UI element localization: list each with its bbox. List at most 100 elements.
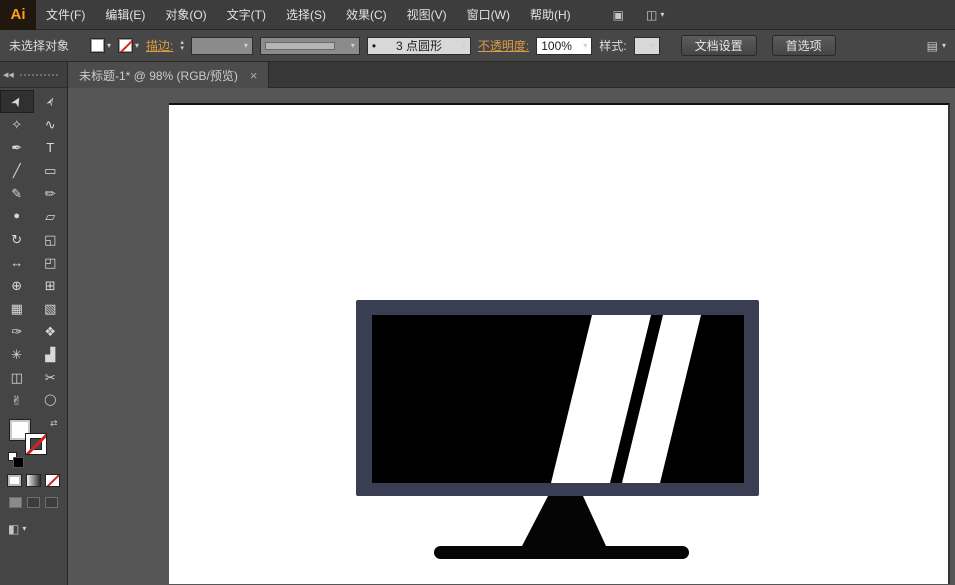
shape-builder-tool[interactable]: ⊕ [0,274,34,297]
pasteboard[interactable] [68,88,955,585]
preferences-button[interactable]: 首选项 [772,35,836,56]
pencil-tool[interactable]: ✏ [34,182,68,205]
document-tab[interactable]: 未标题-1* @ 98% (RGB/预览) × [68,62,269,88]
menu-help[interactable]: 帮助(H) [520,0,581,30]
width-tool[interactable]: ↔ [0,251,34,274]
close-tab-icon[interactable]: × [250,68,258,83]
hand-tool-icon: ✌ [11,394,22,407]
stroke-swatch[interactable] [25,433,47,455]
monitor-stand[interactable] [522,496,606,546]
chevron-down-icon: ▾ [22,525,26,533]
app-logo[interactable]: Ai [0,0,36,30]
gradient-button[interactable] [26,474,41,487]
chevron-down-icon: ▾ [462,42,466,50]
artboard-tool-icon: ◫ [11,371,23,384]
symbol-sprayer-tool[interactable]: ✳ [0,343,34,366]
collapse-panel-icon[interactable]: ◀◀ [3,71,14,79]
monitor-base[interactable] [434,546,689,559]
width-profile-dropdown[interactable]: ▾ [260,37,360,55]
scale-tool[interactable]: ◱ [34,228,68,251]
type-tool[interactable]: T [34,136,68,159]
chevron-down-icon[interactable]: ▾ [942,42,946,50]
chevron-down-icon: ▾ [135,42,139,50]
opacity-dropdown[interactable]: 100% ▾ [536,37,592,55]
menu-window[interactable]: 窗口(W) [457,0,520,30]
style-label: 样式: [599,37,626,54]
lasso-tool[interactable]: ∿ [34,113,68,136]
slice-tool[interactable]: ✂ [34,366,68,389]
artboard[interactable] [169,103,950,584]
swap-fill-stroke-icon[interactable]: ⇄ [50,418,58,429]
stroke-color-dropdown[interactable]: ▾ [118,38,139,53]
perspective-grid-tool-icon: ⊞ [45,279,56,292]
rectangle-tool-icon: ▭ [44,164,56,177]
selection-tool-icon: ➤ [8,94,25,110]
shape-builder-tool-icon: ⊕ [11,279,22,292]
document-tabbar: 未标题-1* @ 98% (RGB/预览) × [68,62,955,88]
bridge-icon[interactable]: ▣ [613,8,624,22]
menu-effect[interactable]: 效果(C) [336,0,397,30]
stroke-weight-stepper[interactable]: ▴ ▾ [180,40,184,52]
width-tool-icon: ↔ [10,256,23,269]
gradient-tool[interactable]: ▧ [34,297,68,320]
chevron-down-icon: ▾ [651,42,655,50]
direct-selection-tool[interactable]: ➣ [34,90,68,113]
slice-tool-icon: ✂ [45,371,56,384]
lasso-tool-icon: ∿ [45,118,56,131]
brush-definition-value: 3 点圆形 [396,37,442,54]
magic-wand-tool-icon: ✧ [11,118,22,131]
style-dropdown[interactable]: ▾ [634,37,660,55]
line-segment-tool[interactable]: ╱ [0,159,34,182]
draw-inside-button[interactable] [45,497,58,508]
tools-panel: ➤ ➣ ✧ ∿ ✒ T ╱ ▭ ✎ ✏ ● ▱ ↻ ◱ ↔ ◰ ⊕ ⊞ ▦ ▧ … [0,88,67,412]
mesh-tool[interactable]: ▦ [0,297,34,320]
selection-tool[interactable]: ➤ [0,90,34,113]
brush-definition-dropdown[interactable]: • 3 点圆形 ▾ [367,37,471,55]
pen-tool[interactable]: ✒ [0,136,34,159]
menu-file[interactable]: 文件(F) [36,0,95,30]
menu-select[interactable]: 选择(S) [276,0,336,30]
screen-mode-icon[interactable]: ◧ [8,522,19,536]
menu-object[interactable]: 对象(O) [155,0,216,30]
menu-view[interactable]: 视图(V) [397,0,457,30]
eyedropper-tool[interactable]: ✑ [0,320,34,343]
color-button[interactable] [7,474,22,487]
fill-color-dropdown[interactable]: ▾ [90,38,111,53]
line-segment-tool-icon: ╱ [13,164,21,177]
hand-tool[interactable]: ✌ [0,389,34,412]
pen-tool-icon: ✒ [11,141,22,154]
artboard-tool[interactable]: ◫ [0,366,34,389]
symbol-sprayer-tool-icon: ✳ [11,348,22,361]
zoom-tool[interactable]: ◯ [34,389,68,412]
paintbrush-tool[interactable]: ✎ [0,182,34,205]
menu-edit[interactable]: 编辑(E) [95,0,155,30]
draw-behind-button[interactable] [27,497,40,508]
panel-menu-icon[interactable]: ▤ [927,39,938,53]
magic-wand-tool[interactable]: ✧ [0,113,34,136]
document-setup-button[interactable]: 文档设置 [681,35,757,56]
none-button[interactable] [45,474,60,487]
rectangle-tool[interactable]: ▭ [34,159,68,182]
column-graph-tool[interactable]: ▟ [34,343,68,366]
menu-type[interactable]: 文字(T) [217,0,276,30]
dock-grip-handle[interactable] [20,74,58,76]
rotate-tool[interactable]: ↻ [0,228,34,251]
blend-tool[interactable]: ❖ [34,320,68,343]
free-transform-tool[interactable]: ◰ [34,251,68,274]
opacity-panel-link[interactable]: 不透明度: [478,37,529,54]
document-tab-title: 未标题-1* @ 98% (RGB/预览) [79,67,238,84]
arrange-documents-icon[interactable]: ◫▾ [646,8,664,22]
screen-mode-row: ◧ ▾ [8,522,67,536]
stroke-weight-dropdown[interactable]: ▾ [191,37,253,55]
draw-normal-button[interactable] [9,497,22,508]
blob-brush-tool[interactable]: ● [0,205,34,228]
eraser-tool[interactable]: ▱ [34,205,68,228]
direct-selection-tool-icon: ➣ [42,94,59,110]
default-fill-stroke-icon[interactable] [8,452,17,461]
arrange-documents-glyph: ◫ [646,8,657,22]
stroke-panel-link[interactable]: 描边: [146,37,173,54]
perspective-grid-tool[interactable]: ⊞ [34,274,68,297]
chevron-down-icon: ▾ [244,42,248,50]
stroke-swatch-icon [118,38,133,53]
tools-dock-header: ◀◀ [0,62,67,88]
